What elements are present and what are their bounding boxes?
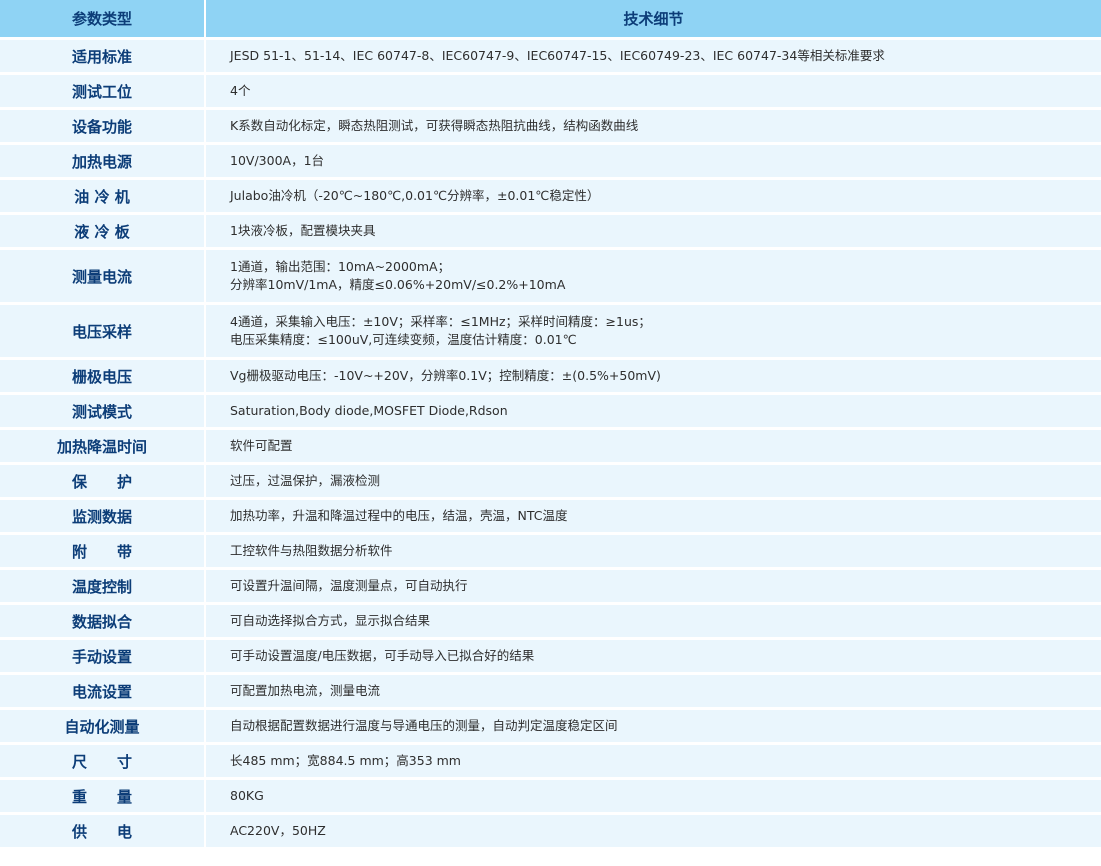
param-cell: 测量电流 xyxy=(0,250,206,302)
table-row: 测量电流 1通道，输出范围：10mA~2000mA； 分辨率10mV/1mA，精度≤… xyxy=(0,250,1101,302)
table-row: 供 电 AC220V，50HZ xyxy=(0,815,1101,847)
table-row: 数据拟合 可自动选择拟合方式，显示拟合结果 xyxy=(0,605,1101,637)
detail-cell: 加热功率，升温和降温过程中的电压，结温，壳温，NTC温度 xyxy=(206,500,1101,532)
detail-cell: 可设置升温间隔，温度测量点，可自动执行 xyxy=(206,570,1101,602)
table-row: 电压采样 4通道，采集输入电压：±10V；采样率：≤1MHz；采样时间精度：≥1u… xyxy=(0,305,1101,357)
detail-line: 加热功率，升温和降温过程中的电压，结温，壳温，NTC温度 xyxy=(230,508,568,523)
detail-cell: 80KG xyxy=(206,780,1101,812)
detail-line: 可配置加热电流，测量电流 xyxy=(230,683,381,698)
table-row: 电流设置 可配置加热电流，测量电流 xyxy=(0,675,1101,707)
detail-line: 1块液冷板，配置模块夹具 xyxy=(230,223,376,238)
table-row: 液 冷 板 1块液冷板，配置模块夹具 xyxy=(0,215,1101,247)
param-cell: 附 带 xyxy=(0,535,206,567)
detail-line: 80KG xyxy=(230,788,264,803)
param-cell: 监测数据 xyxy=(0,500,206,532)
detail-cell: 工控软件与热阻数据分析软件 xyxy=(206,535,1101,567)
table-body: 适用标准 JESD 51-1、51-14、IEC 60747-8、IEC60747… xyxy=(0,40,1101,847)
param-cell: 尺 寸 xyxy=(0,745,206,777)
table-row: 设备功能 K系数自动化标定，瞬态热阻测试，可获得瞬态热阻抗曲线，结构函数曲线 xyxy=(0,110,1101,142)
detail-cell: 软件可配置 xyxy=(206,430,1101,462)
detail-cell: Saturation,Body diode,MOSFET Diode,Rdson xyxy=(206,395,1101,427)
table-row: 油 冷 机 Julabo油冷机（-20℃~180℃,0.01℃分辨率，±0.01℃… xyxy=(0,180,1101,212)
param-cell: 加热电源 xyxy=(0,145,206,177)
detail-line: 工控软件与热阻数据分析软件 xyxy=(230,543,393,558)
detail-cell: K系数自动化标定，瞬态热阻测试，可获得瞬态热阻抗曲线，结构函数曲线 xyxy=(206,110,1101,142)
table-row: 监测数据 加热功率，升温和降温过程中的电压，结温，壳温，NTC温度 xyxy=(0,500,1101,532)
param-cell: 电流设置 xyxy=(0,675,206,707)
table-row: 测试模式 Saturation,Body diode,MOSFET Diode,R… xyxy=(0,395,1101,427)
detail-cell: JESD 51-1、51-14、IEC 60747-8、IEC60747-9、I… xyxy=(206,40,1101,72)
param-cell: 温度控制 xyxy=(0,570,206,602)
param-cell: 自动化测量 xyxy=(0,710,206,742)
param-cell: 油 冷 机 xyxy=(0,180,206,212)
param-cell: 加热降温时间 xyxy=(0,430,206,462)
detail-line: 分辨率10mV/1mA，精度≤0.06%+20mV/≤0.2%+10mA xyxy=(230,277,566,292)
param-cell: 供 电 xyxy=(0,815,206,847)
detail-cell: 过压，过温保护，漏液检测 xyxy=(206,465,1101,497)
detail-line: 长485 mm；宽884.5 mm；高353 mm xyxy=(230,753,461,768)
detail-line: Vg栅极驱动电压：-10V~+20V，分辨率0.1V；控制精度：±(0.5%+5… xyxy=(230,368,661,383)
table-header-row: 参数类型 技术细节 xyxy=(0,0,1101,37)
spec-table: 参数类型 技术细节 适用标准 JESD 51-1、51-14、IEC 60747-… xyxy=(0,0,1101,850)
param-cell: 栅极电压 xyxy=(0,360,206,392)
detail-cell: 可配置加热电流，测量电流 xyxy=(206,675,1101,707)
param-cell: 测试模式 xyxy=(0,395,206,427)
detail-cell: 可自动选择拟合方式，显示拟合结果 xyxy=(206,605,1101,637)
table-row: 重 量 80KG xyxy=(0,780,1101,812)
detail-line: AC220V，50HZ xyxy=(230,823,326,838)
detail-line: Julabo油冷机（-20℃~180℃,0.01℃分辨率，±0.01℃稳定性） xyxy=(230,188,600,203)
column-header-param: 参数类型 xyxy=(0,0,206,37)
column-header-detail: 技术细节 xyxy=(206,0,1101,37)
detail-cell: 1通道，输出范围：10mA~2000mA； 分辨率10mV/1mA，精度≤0.06… xyxy=(206,250,1101,302)
detail-cell: Vg栅极驱动电压：-10V~+20V，分辨率0.1V；控制精度：±(0.5%+5… xyxy=(206,360,1101,392)
detail-cell: Julabo油冷机（-20℃~180℃,0.01℃分辨率，±0.01℃稳定性） xyxy=(206,180,1101,212)
detail-line: 电压采集精度：≤100uV,可连续变频，温度估计精度：0.01℃ xyxy=(230,332,577,347)
table-row: 附 带 工控软件与热阻数据分析软件 xyxy=(0,535,1101,567)
detail-line: JESD 51-1、51-14、IEC 60747-8、IEC60747-9、I… xyxy=(230,48,885,63)
table-row: 测试工位 4个 xyxy=(0,75,1101,107)
table-row: 尺 寸 长485 mm；宽884.5 mm；高353 mm xyxy=(0,745,1101,777)
table-row: 加热降温时间 软件可配置 xyxy=(0,430,1101,462)
param-cell: 设备功能 xyxy=(0,110,206,142)
table-row: 保 护 过压，过温保护，漏液检测 xyxy=(0,465,1101,497)
detail-cell: 1块液冷板，配置模块夹具 xyxy=(206,215,1101,247)
detail-line: 自动根据配置数据进行温度与导通电压的测量，自动判定温度稳定区间 xyxy=(230,718,618,733)
detail-cell: 4通道，采集输入电压：±10V；采样率：≤1MHz；采样时间精度：≥1us； 电压… xyxy=(206,305,1101,357)
detail-cell: 10V/300A，1台 xyxy=(206,145,1101,177)
param-cell: 重 量 xyxy=(0,780,206,812)
table-row: 自动化测量 自动根据配置数据进行温度与导通电压的测量，自动判定温度稳定区间 xyxy=(0,710,1101,742)
detail-cell: 4个 xyxy=(206,75,1101,107)
param-cell: 适用标准 xyxy=(0,40,206,72)
table-row: 加热电源 10V/300A，1台 xyxy=(0,145,1101,177)
table-row: 栅极电压 Vg栅极驱动电压：-10V~+20V，分辨率0.1V；控制精度：±(0.… xyxy=(0,360,1101,392)
param-cell: 液 冷 板 xyxy=(0,215,206,247)
detail-line: 可设置升温间隔，温度测量点，可自动执行 xyxy=(230,578,468,593)
detail-cell: 长485 mm；宽884.5 mm；高353 mm xyxy=(206,745,1101,777)
detail-line: 1通道，输出范围：10mA~2000mA； xyxy=(230,259,451,274)
detail-cell: AC220V，50HZ xyxy=(206,815,1101,847)
detail-line: K系数自动化标定，瞬态热阻测试，可获得瞬态热阻抗曲线，结构函数曲线 xyxy=(230,118,639,133)
detail-cell: 自动根据配置数据进行温度与导通电压的测量，自动判定温度稳定区间 xyxy=(206,710,1101,742)
param-cell: 保 护 xyxy=(0,465,206,497)
detail-line: 可手动设置温度/电压数据，可手动导入已拟合好的结果 xyxy=(230,648,535,663)
table-row: 温度控制 可设置升温间隔，温度测量点，可自动执行 xyxy=(0,570,1101,602)
detail-line: Saturation,Body diode,MOSFET Diode,Rdson xyxy=(230,403,508,418)
detail-line: 可自动选择拟合方式，显示拟合结果 xyxy=(230,613,431,628)
param-cell: 手动设置 xyxy=(0,640,206,672)
param-cell: 数据拟合 xyxy=(0,605,206,637)
table-row: 适用标准 JESD 51-1、51-14、IEC 60747-8、IEC60747… xyxy=(0,40,1101,72)
param-cell: 电压采样 xyxy=(0,305,206,357)
detail-line: 过压，过温保护，漏液检测 xyxy=(230,473,381,488)
detail-line: 4通道，采集输入电压：±10V；采样率：≤1MHz；采样时间精度：≥1us； xyxy=(230,314,651,329)
table-row: 手动设置 可手动设置温度/电压数据，可手动导入已拟合好的结果 xyxy=(0,640,1101,672)
param-cell: 测试工位 xyxy=(0,75,206,107)
detail-line: 软件可配置 xyxy=(230,438,293,453)
detail-cell: 可手动设置温度/电压数据，可手动导入已拟合好的结果 xyxy=(206,640,1101,672)
detail-line: 4个 xyxy=(230,83,251,98)
detail-line: 10V/300A，1台 xyxy=(230,153,325,168)
